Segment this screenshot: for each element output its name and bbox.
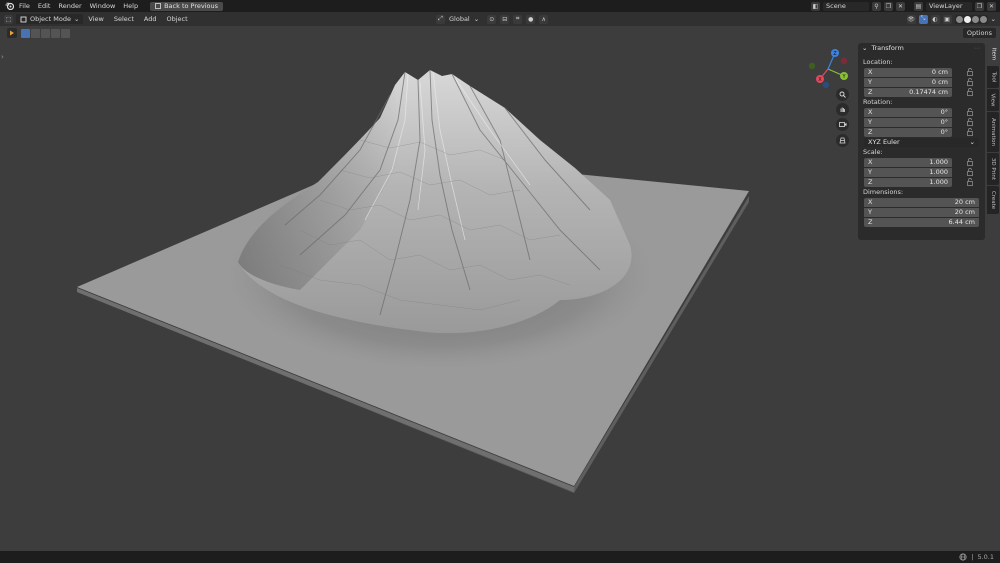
gizmo-neg-y-handle[interactable] — [808, 62, 816, 70]
scale-label: Scale: — [863, 148, 883, 156]
rotation-x-field[interactable]: X 0° — [864, 107, 952, 117]
rotation-x-value: 0° — [940, 108, 948, 116]
network-globe-icon[interactable] — [959, 553, 967, 561]
scale-x-value: 1.000 — [929, 158, 948, 166]
scale-x-field[interactable]: X 1.000 — [864, 157, 952, 167]
axis-label: X — [868, 68, 873, 76]
scale-z-value: 1.000 — [929, 178, 948, 186]
dimensions-x-field[interactable]: X 20 cm — [864, 197, 979, 207]
axis-label: X — [868, 198, 873, 206]
tab-item[interactable]: Item — [987, 43, 999, 65]
status-right: | 5.0.1 — [959, 551, 994, 563]
scale-y-value: 1.000 — [929, 168, 948, 176]
lock-icon[interactable] — [966, 78, 974, 86]
lock-icon[interactable] — [966, 68, 974, 76]
lock-icon[interactable] — [966, 108, 974, 116]
dimensions-y-field[interactable]: Y 20 cm — [864, 207, 979, 217]
transform-panel-header[interactable]: ⌄ Transform ⋯ — [858, 43, 985, 53]
tab-3d-print-label: 3D Print — [990, 157, 997, 181]
rotation-y-field[interactable]: Y 0° — [864, 117, 952, 127]
lock-icon[interactable] — [966, 128, 974, 136]
lock-icon[interactable] — [966, 168, 974, 176]
location-x-value: 0 cm — [931, 68, 948, 76]
drag-grip-icon[interactable]: ⋯ — [974, 45, 980, 52]
tab-tool-label: Tool — [990, 71, 996, 83]
transform-section-title: Transform — [871, 44, 904, 52]
dimensions-y-value: 20 cm — [954, 208, 975, 216]
3d-viewport[interactable]: › Y Z X — [0, 40, 1000, 551]
rotation-label: Rotation: — [863, 98, 893, 106]
axis-label: Y — [868, 208, 872, 216]
lock-icon[interactable] — [966, 88, 974, 96]
tab-view[interactable]: View — [987, 89, 999, 111]
location-y-field[interactable]: Y 0 cm — [864, 77, 952, 87]
zoom-icon[interactable] — [836, 88, 849, 101]
location-y-value: 0 cm — [931, 78, 948, 86]
rotation-mode-label: XYZ Euler — [868, 138, 900, 146]
scale-y-field[interactable]: Y 1.000 — [864, 167, 952, 177]
tab-create-label: Create — [990, 190, 996, 210]
gizmo-neg-x-handle[interactable] — [840, 57, 848, 65]
scale-z-field[interactable]: Z 1.000 — [864, 177, 952, 187]
tab-create[interactable]: Create — [987, 186, 999, 214]
tab-3d-print[interactable]: 3D Print — [987, 153, 999, 185]
tab-animation[interactable]: Animation — [987, 112, 999, 152]
perspective-toggle-icon[interactable] — [836, 134, 849, 147]
chevron-down-icon: ⌄ — [969, 138, 975, 146]
rotation-z-field[interactable]: Z 0° — [864, 127, 952, 137]
gizmo-z-label: Z — [833, 51, 837, 57]
rotation-y-value: 0° — [940, 118, 948, 126]
camera-view-icon[interactable] — [836, 118, 849, 131]
lock-icon[interactable] — [966, 158, 974, 166]
pan-hand-icon[interactable] — [836, 103, 849, 116]
axis-label: Y — [868, 78, 872, 86]
status-separator: | — [971, 553, 974, 561]
gizmo-neg-z-handle[interactable] — [822, 81, 830, 89]
tab-view-label: View — [990, 93, 996, 107]
location-label: Location: — [863, 58, 893, 66]
version-label: 5.0.1 — [977, 553, 994, 561]
axis-label: Z — [868, 178, 873, 186]
axis-label: Z — [868, 218, 873, 226]
navigation-gizmo[interactable]: Y Z X — [806, 47, 850, 91]
tab-item-label: Item — [990, 47, 996, 61]
location-z-field[interactable]: Z 0.17474 cm — [864, 87, 952, 97]
tab-animation-label: Animation — [990, 117, 997, 147]
location-x-field[interactable]: X 0 cm — [864, 67, 952, 77]
axis-label: Y — [868, 118, 872, 126]
gizmo-x-label: X — [818, 77, 822, 83]
axis-label: Z — [868, 88, 873, 96]
sidebar-tabs: Item Tool View Animation 3D Print Create — [987, 43, 999, 215]
rotation-z-value: 0° — [940, 128, 948, 136]
location-z-value: 0.17474 cm — [909, 88, 948, 96]
dimensions-z-value: 6.44 cm — [948, 218, 975, 226]
axis-label: Y — [868, 168, 872, 176]
rotation-mode-dropdown[interactable]: XYZ Euler ⌄ — [864, 137, 979, 147]
chevron-down-icon: ⌄ — [862, 44, 868, 52]
transform-panel: ⌄ Transform ⋯ Location: X 0 cm Y 0 cm Z 0.1… — [858, 43, 985, 240]
toolbar-toggle-chevron-icon[interactable]: › — [1, 53, 4, 61]
dimensions-x-value: 20 cm — [954, 198, 975, 206]
mountain-terrain-render — [77, 69, 749, 493]
axis-label: X — [868, 158, 873, 166]
lock-icon[interactable] — [966, 118, 974, 126]
dimensions-label: Dimensions: — [863, 188, 904, 196]
dimensions-z-field[interactable]: Z 6.44 cm — [864, 217, 979, 227]
axis-label: Z — [868, 128, 873, 136]
status-bar: | 5.0.1 — [0, 551, 1000, 563]
lock-icon[interactable] — [966, 178, 974, 186]
tab-tool[interactable]: Tool — [987, 66, 999, 88]
axis-label: X — [868, 108, 873, 116]
